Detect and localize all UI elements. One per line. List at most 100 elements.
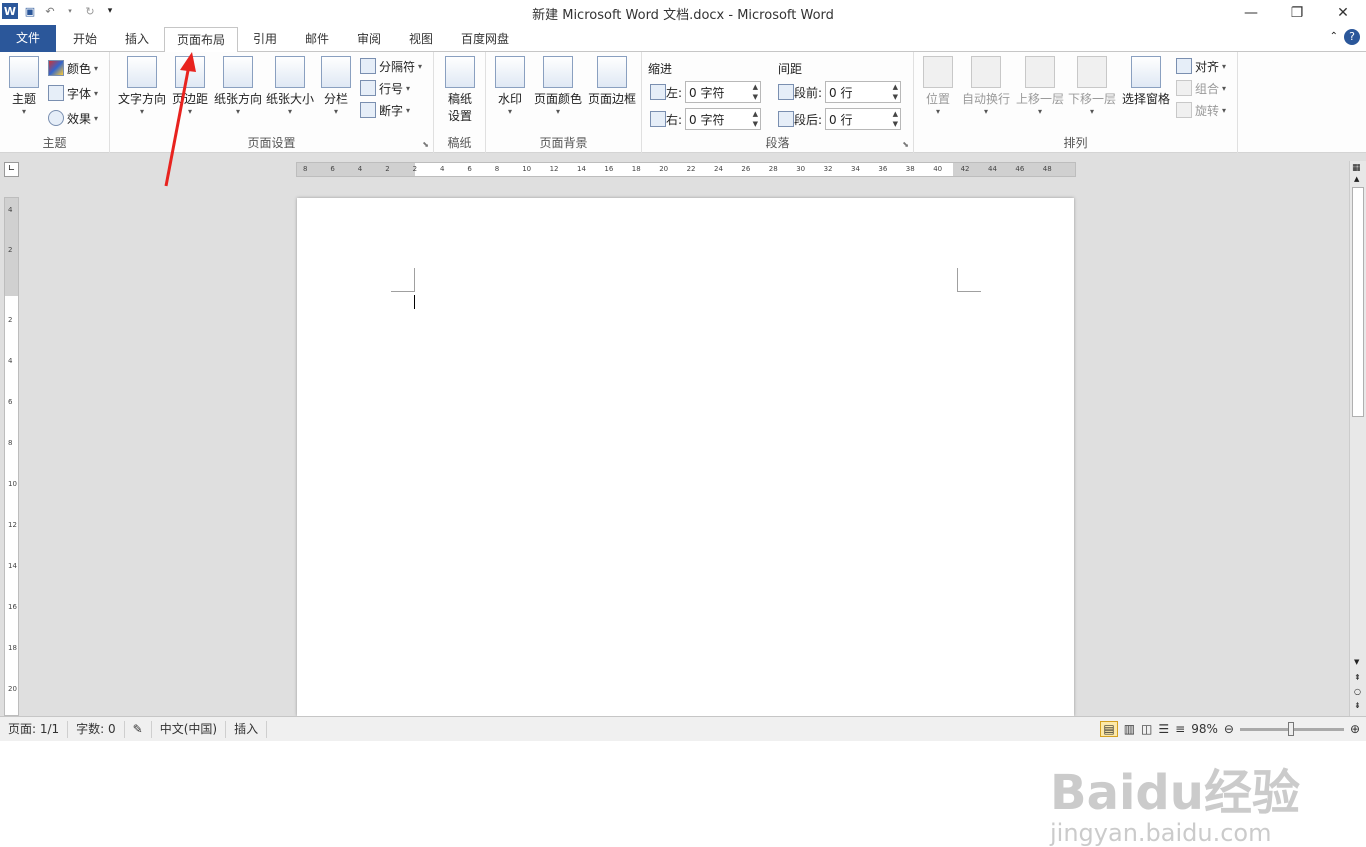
horizontal-ruler[interactable]: 8 6 4 2 2 4 6 8 10 12 14 16 18 20 22 24 26 28 30 32 34 36 38 40… bbox=[296, 162, 1076, 177]
tab-page-layout[interactable]: 页面布局 bbox=[164, 27, 238, 53]
help-icon[interactable]: ? bbox=[1344, 29, 1360, 45]
ruler-tick: 8 bbox=[8, 439, 13, 447]
spacing-after-input[interactable]: 0 行 ▲ ▼ bbox=[825, 108, 902, 130]
browse-object-icon[interactable]: ○ bbox=[1354, 687, 1361, 696]
ruler-tick: 18 bbox=[8, 644, 17, 652]
spin-arrows-icon[interactable]: ▲ ▼ bbox=[753, 82, 758, 102]
draft-paper-icon bbox=[445, 56, 475, 88]
ruler-tick: 44 bbox=[988, 165, 997, 173]
draft-icon[interactable]: ≡ bbox=[1175, 722, 1185, 736]
scroll-up-icon[interactable]: ▲ bbox=[1354, 175, 1359, 183]
spacing-before-input[interactable]: 0 行 ▲ ▼ bbox=[825, 81, 902, 103]
colors-button[interactable]: 颜色 ▾ bbox=[48, 57, 98, 79]
effects-button[interactable]: 效果 ▾ bbox=[48, 107, 98, 129]
align-icon bbox=[1176, 58, 1192, 74]
ruler-toggle-icon[interactable]: ▦ bbox=[1352, 163, 1361, 173]
position-button[interactable]: 位置 ▾ bbox=[922, 56, 954, 116]
next-page-icon[interactable]: ⇟ bbox=[1354, 701, 1361, 710]
fonts-icon bbox=[48, 85, 64, 101]
orientation-button[interactable]: 纸张方向 ▾ bbox=[212, 56, 264, 116]
fonts-button[interactable]: 字体 ▾ bbox=[48, 82, 98, 104]
web-layout-icon[interactable]: ◫ bbox=[1141, 722, 1152, 736]
paragraph-launcher-icon[interactable]: ⬊ bbox=[902, 140, 909, 149]
document-page[interactable] bbox=[297, 198, 1074, 716]
scroll-down-icon[interactable]: ▼ bbox=[1354, 658, 1359, 666]
language[interactable]: 中文(中国) bbox=[152, 720, 227, 738]
zoom-level[interactable]: 98% bbox=[1191, 722, 1218, 736]
scroll-thumb[interactable] bbox=[1352, 187, 1364, 417]
zoom-slider-thumb[interactable] bbox=[1287, 721, 1294, 736]
status-bar: 页面: 1/1 字数: 0 ✎ 中文(中国) 插入 ▤ ▥ ◫ ☰ ≡ 98% … bbox=[0, 716, 1366, 741]
spin-arrows-icon[interactable]: ▲ ▼ bbox=[893, 82, 898, 102]
zoom-slider[interactable] bbox=[1239, 721, 1344, 736]
page-borders-button[interactable]: 页面边框 bbox=[586, 56, 638, 107]
ruler-tick: 28 bbox=[768, 165, 778, 173]
tab-home[interactable]: 开始 bbox=[60, 27, 110, 52]
tab-file[interactable]: 文件 bbox=[0, 25, 56, 52]
page-color-button[interactable]: 页面颜色 ▾ bbox=[532, 56, 584, 116]
breaks-button[interactable]: 分隔符 ▾ bbox=[360, 55, 422, 77]
outline-icon[interactable]: ☰ bbox=[1158, 722, 1169, 736]
group-objects-button[interactable]: 组合 ▾ bbox=[1176, 77, 1226, 99]
collapse-ribbon-icon[interactable]: ⌃ bbox=[1330, 31, 1338, 42]
align-button[interactable]: 对齐 ▾ bbox=[1176, 55, 1226, 77]
ribbon: 主题 ▾ 颜色 ▾ 字体 ▾ 效果 ▾ 主题 文字方向 ▾ 页边距 ▾ 纸张方向 ▾ 纸张大小… bbox=[0, 52, 1366, 153]
themes-button[interactable]: 主题 ▾ bbox=[6, 56, 42, 116]
tab-view[interactable]: 视图 bbox=[396, 27, 446, 52]
indent-right-input[interactable]: 0 字符 ▲ ▼ bbox=[685, 108, 762, 130]
close-icon[interactable]: ✕ bbox=[1320, 0, 1366, 25]
indent-left-input[interactable]: 0 字符 ▲ ▼ bbox=[685, 81, 762, 103]
crop-mark bbox=[391, 268, 415, 292]
zoom-out-icon[interactable]: ⊖ bbox=[1224, 722, 1234, 736]
print-layout-icon[interactable]: ▤ bbox=[1100, 721, 1118, 737]
tab-references[interactable]: 引用 bbox=[240, 27, 290, 52]
text-direction-button[interactable]: 文字方向 ▾ bbox=[116, 56, 168, 116]
watermark-icon bbox=[495, 56, 525, 88]
size-button[interactable]: 纸张大小 ▾ bbox=[264, 56, 316, 116]
tab-baidu-netdisk[interactable]: 百度网盘 bbox=[448, 27, 522, 52]
tab-selector-icon[interactable]: ∟ bbox=[4, 162, 19, 177]
indent-right: 右: 0 字符 ▲ ▼ bbox=[650, 108, 762, 130]
ruler-tick: 6 bbox=[467, 165, 472, 173]
rotate-button[interactable]: 旋转 ▾ bbox=[1176, 99, 1226, 121]
watermark-button[interactable]: 水印 ▾ bbox=[492, 56, 528, 116]
spacing-heading: 间距 bbox=[778, 62, 803, 76]
hyphenation-button[interactable]: 断字 ▾ bbox=[360, 99, 410, 121]
ruler-tick: 4 bbox=[8, 206, 13, 214]
wrap-text-button[interactable]: 自动换行 ▾ bbox=[960, 56, 1012, 116]
group-label-arrange: 排列 bbox=[1063, 136, 1088, 150]
rotate-icon bbox=[1176, 102, 1192, 118]
selection-pane-button[interactable]: 选择窗格 bbox=[1120, 56, 1172, 107]
vertical-scrollbar[interactable]: ▦ ▲ ▼ ⇞ ○ ⇟ bbox=[1349, 161, 1366, 716]
ruler-tick: 2 bbox=[385, 165, 390, 173]
tab-insert[interactable]: 插入 bbox=[112, 27, 162, 52]
proofing-icon[interactable]: ✎ bbox=[125, 720, 152, 738]
line-numbers-button[interactable]: 行号 ▾ bbox=[360, 77, 410, 99]
full-screen-reading-icon[interactable]: ▥ bbox=[1124, 722, 1135, 736]
page-setup-launcher-icon[interactable]: ⬊ bbox=[422, 140, 429, 149]
indent-right-icon bbox=[650, 111, 666, 127]
position-icon bbox=[923, 56, 953, 88]
bring-forward-button[interactable]: 上移一层 ▾ bbox=[1014, 56, 1066, 116]
spin-arrows-icon[interactable]: ▲ ▼ bbox=[893, 109, 898, 129]
minimize-icon[interactable]: — bbox=[1228, 0, 1274, 25]
group-page-background: 水印 ▾ 页面颜色 ▾ 页面边框 页面背景 bbox=[486, 52, 642, 153]
spin-arrows-icon[interactable]: ▲ ▼ bbox=[753, 109, 758, 129]
zoom-in-icon[interactable]: ⊕ bbox=[1350, 722, 1360, 736]
columns-button[interactable]: 分栏 ▾ bbox=[318, 56, 354, 116]
tab-mailings[interactable]: 邮件 bbox=[292, 27, 342, 52]
page-count[interactable]: 页面: 1/1 bbox=[0, 720, 69, 738]
page-borders-icon bbox=[597, 56, 627, 88]
previous-page-icon[interactable]: ⇞ bbox=[1354, 673, 1361, 682]
word-count[interactable]: 字数: 0 bbox=[68, 720, 125, 738]
draft-setup-button[interactable]: 稿纸设置 bbox=[442, 56, 478, 124]
tab-review[interactable]: 审阅 bbox=[344, 27, 394, 52]
margins-button[interactable]: 页边距 ▾ bbox=[170, 56, 210, 116]
spacing-before-icon bbox=[778, 84, 794, 100]
insert-mode[interactable]: 插入 bbox=[226, 720, 268, 738]
columns-icon bbox=[321, 56, 351, 88]
group-label-page-setup: 页面设置 bbox=[247, 136, 296, 150]
send-backward-button[interactable]: 下移一层 ▾ bbox=[1066, 56, 1118, 116]
restore-icon[interactable]: ❐ bbox=[1274, 0, 1320, 25]
vertical-ruler[interactable]: 4 2 2 4 6 8 10 12 14 16 18 20 bbox=[4, 197, 19, 716]
